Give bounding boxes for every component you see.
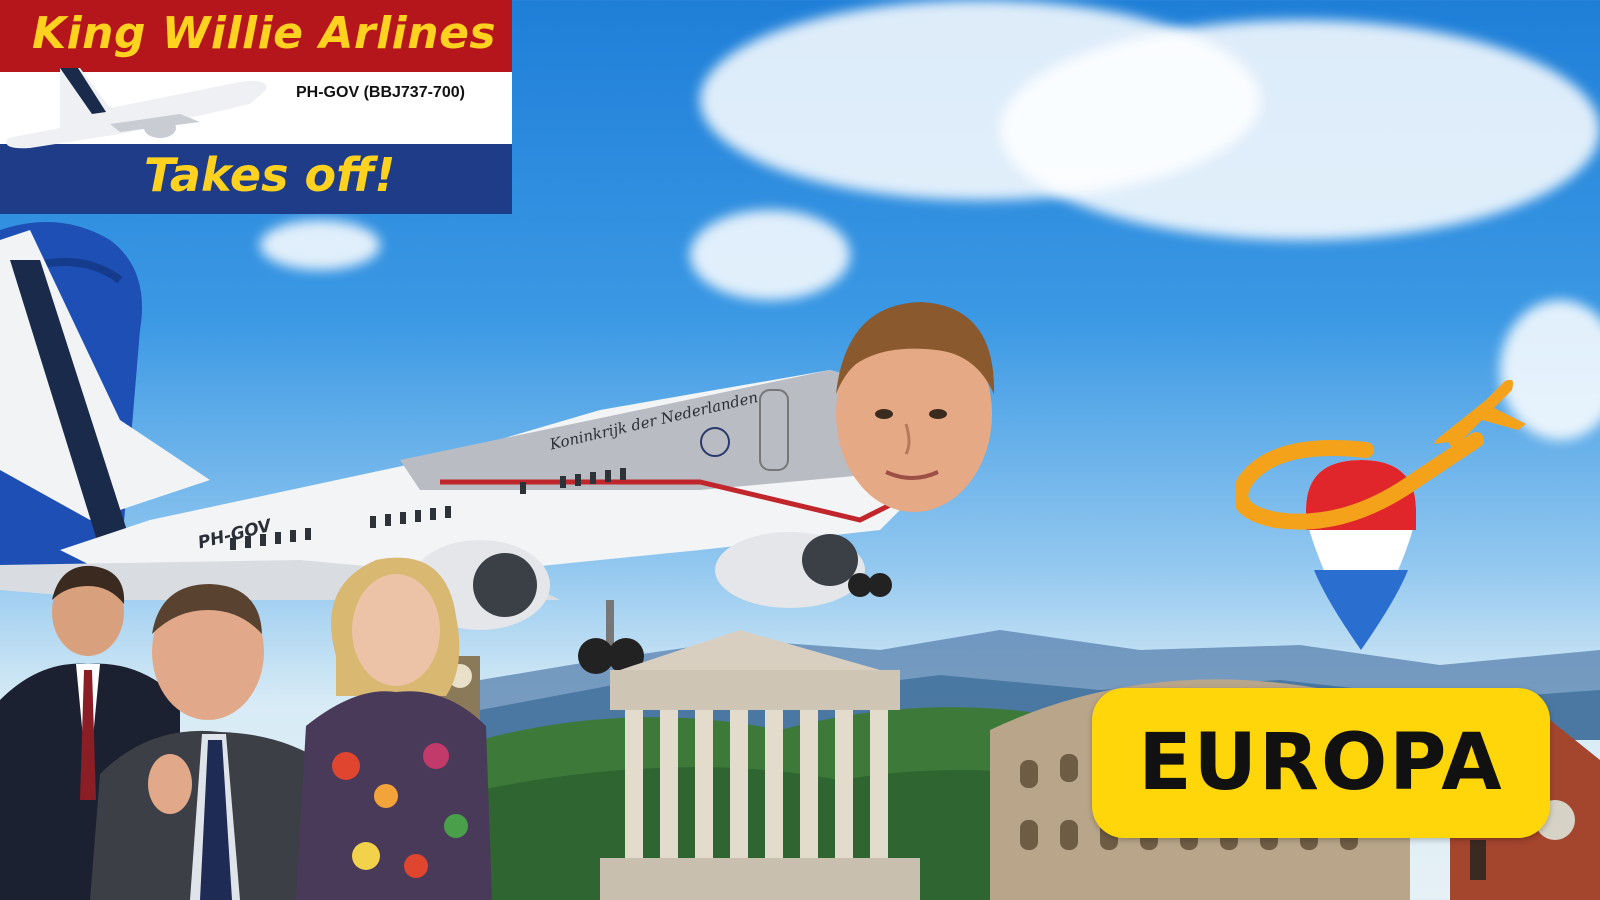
banner-title: King Willie Arlines: [32, 8, 497, 59]
netherlands-travel-logo: [1236, 380, 1526, 650]
aircraft-registration: PH-GOV (BBJ737-700): [296, 84, 465, 101]
cloud: [1000, 20, 1600, 240]
parthenon: [600, 630, 920, 900]
airline-banner: King Willie Arlines PH-GOV (BBJ737-700) …: [0, 0, 512, 214]
europa-badge: EUROPA: [1092, 688, 1550, 838]
banner-subtitle: Takes off!: [144, 148, 396, 202]
airplane-icon: [6, 68, 267, 149]
europa-label: EUROPA: [1138, 718, 1504, 808]
face-cutout: [836, 302, 995, 512]
person-right: [296, 557, 492, 900]
